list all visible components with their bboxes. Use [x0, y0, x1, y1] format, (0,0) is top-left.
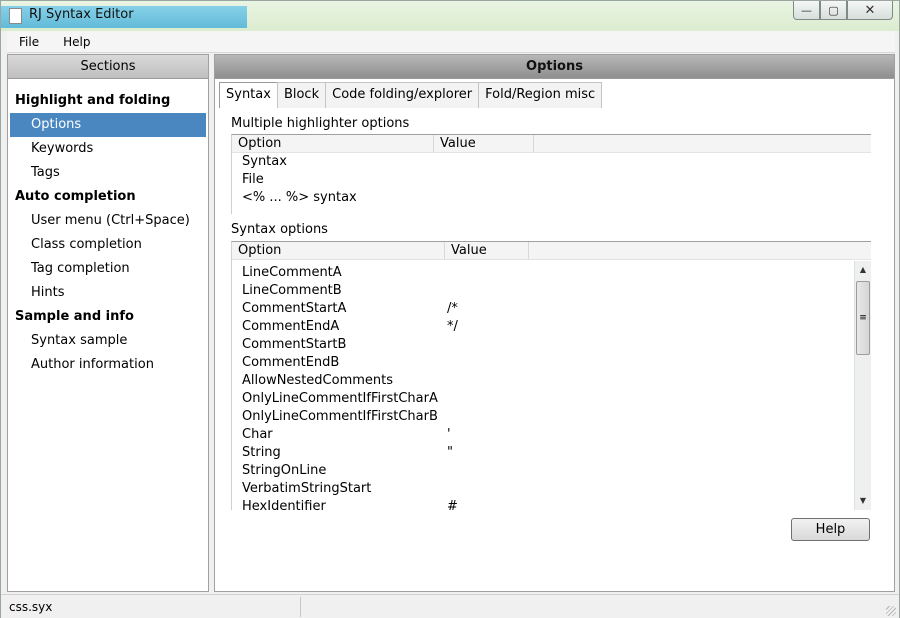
window-controls: — ▢ ✕: [793, 1, 893, 20]
table-row[interactable]: <% ... %> syntax: [232, 189, 871, 207]
option-cell: Syntax: [242, 154, 287, 169]
table-row[interactable]: StringOnLine: [232, 462, 871, 480]
sections-tree: Highlight and folding Options Keywords T…: [8, 79, 208, 377]
option-cell: AllowNestedComments: [242, 373, 394, 388]
tab-code-folding[interactable]: Code folding/explorer: [325, 82, 480, 108]
option-cell: StringOnLine: [242, 463, 327, 478]
options-header: Options: [215, 55, 894, 79]
option-cell: File: [242, 172, 264, 187]
table-row[interactable]: Char ': [232, 426, 871, 444]
multi-col-option[interactable]: Option: [232, 135, 434, 152]
menu-help[interactable]: Help: [51, 35, 102, 49]
table-row[interactable]: File: [232, 171, 871, 189]
syntax-col-option[interactable]: Option: [232, 242, 445, 259]
table-row[interactable]: HexIdentifier #: [232, 498, 871, 510]
nav-item-class-completion[interactable]: Class completion: [10, 233, 206, 257]
vertical-scrollbar[interactable]: ▲ ≡ ▼: [854, 261, 871, 510]
tab-block[interactable]: Block: [276, 82, 327, 108]
options-panel: Options Syntax Block Code folding/explor…: [214, 54, 895, 592]
nav-item-hints[interactable]: Hints: [10, 281, 206, 305]
value-cell: ': [447, 427, 451, 442]
nav-item-tags[interactable]: Tags: [10, 161, 206, 185]
sections-header: Sections: [8, 55, 208, 79]
close-button[interactable]: ✕: [847, 1, 893, 20]
multi-grid-header: Option Value: [232, 135, 871, 153]
table-row[interactable]: CommentEndB: [232, 354, 871, 372]
nav-item-syntax-sample[interactable]: Syntax sample: [10, 329, 206, 353]
nav-item-author-information[interactable]: Author information: [10, 353, 206, 377]
option-cell: Char: [242, 427, 273, 442]
option-cell: OnlyLineCommentIfFirstCharB: [242, 409, 438, 424]
tab-fold-region[interactable]: Fold/Region misc: [478, 82, 603, 108]
syntax-grid-header: Option Value: [232, 242, 871, 260]
nav-item-keywords[interactable]: Keywords: [10, 137, 206, 161]
multi-highlighter-grid[interactable]: Option Value Syntax File <% ... %> synta…: [231, 134, 871, 214]
scroll-thumb[interactable]: ≡: [856, 281, 870, 355]
table-row[interactable]: AllowNestedComments: [232, 372, 871, 390]
table-row[interactable]: CommentEndA */: [232, 318, 871, 336]
syntax-options-grid[interactable]: Option Value LineCommentA LineCommentB C…: [231, 241, 871, 510]
menu-file[interactable]: File: [7, 35, 51, 49]
table-row[interactable]: LineCommentB: [232, 282, 871, 300]
app-window: RJ Syntax Editor — ▢ ✕ File Help Section…: [0, 0, 900, 618]
nav-item-user-menu[interactable]: User menu (Ctrl+Space): [10, 209, 206, 233]
nav-group-sample-info[interactable]: Sample and info: [8, 305, 208, 329]
nav-group-highlight[interactable]: Highlight and folding: [8, 89, 208, 113]
value-cell: #: [447, 499, 458, 510]
multi-highlighter-label: Multiple highlighter options: [231, 116, 410, 131]
title-bar[interactable]: RJ Syntax Editor — ▢ ✕: [1, 1, 899, 31]
menu-bar: File Help: [7, 31, 895, 53]
option-cell: CommentEndA: [242, 319, 340, 334]
table-row[interactable]: OnlyLineCommentIfFirstCharB: [232, 408, 871, 426]
syntax-col-value[interactable]: Value: [445, 242, 529, 259]
nav-item-options[interactable]: Options: [10, 113, 206, 137]
window-title: RJ Syntax Editor: [29, 7, 134, 22]
nav-item-tag-completion[interactable]: Tag completion: [10, 257, 206, 281]
value-cell: /*: [447, 301, 458, 316]
option-cell: LineCommentB: [242, 283, 342, 298]
option-cell: CommentStartA: [242, 301, 347, 316]
option-cell: CommentStartB: [242, 337, 347, 352]
maximize-button[interactable]: ▢: [820, 1, 847, 20]
resize-grip-icon[interactable]: [886, 606, 896, 616]
help-button[interactable]: Help: [791, 518, 870, 541]
tab-syntax[interactable]: Syntax: [219, 82, 278, 108]
table-row[interactable]: Syntax: [232, 153, 871, 171]
option-cell: String: [242, 445, 281, 460]
value-cell: ": [447, 445, 453, 460]
syntax-options-label: Syntax options: [231, 222, 328, 237]
document-icon: [9, 8, 22, 24]
status-bar: css.syx: [1, 594, 899, 618]
option-cell: HexIdentifier: [242, 499, 326, 510]
option-cell: LineCommentA: [242, 265, 342, 280]
options-tabs: Syntax Block Code folding/explorer Fold/…: [219, 82, 603, 108]
table-row[interactable]: CommentStartB: [232, 336, 871, 354]
multi-col-value[interactable]: Value: [434, 135, 534, 152]
table-row[interactable]: String ": [232, 444, 871, 462]
option-cell: VerbatimStringStart: [242, 481, 372, 496]
option-cell: CommentEndB: [242, 355, 340, 370]
nav-group-auto-completion[interactable]: Auto completion: [8, 185, 208, 209]
table-row[interactable]: VerbatimStringStart: [232, 480, 871, 498]
value-cell: */: [447, 319, 458, 334]
sections-panel: Sections Highlight and folding Options K…: [7, 54, 209, 592]
table-row[interactable]: CommentStartA /*: [232, 300, 871, 318]
scroll-up-icon[interactable]: ▲: [855, 263, 871, 277]
table-row[interactable]: LineCommentA: [232, 264, 871, 282]
scroll-down-icon[interactable]: ▼: [855, 494, 871, 508]
option-cell: <% ... %> syntax: [242, 190, 357, 205]
option-cell: OnlyLineCommentIfFirstCharA: [242, 391, 438, 406]
table-row[interactable]: OnlyLineCommentIfFirstCharA: [232, 390, 871, 408]
minimize-button[interactable]: —: [793, 1, 820, 20]
status-file-name: css.syx: [1, 596, 301, 617]
